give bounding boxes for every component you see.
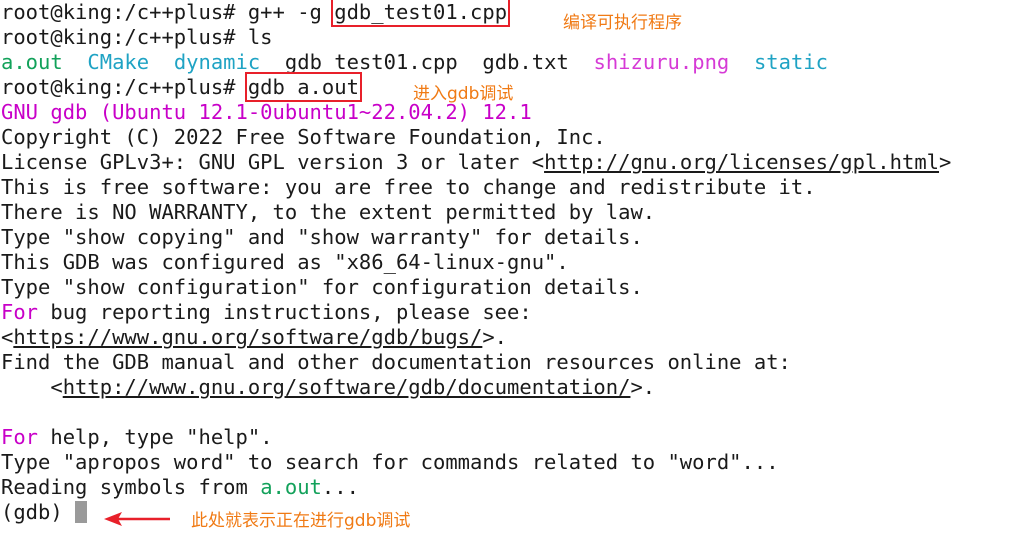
show-copying-line: Type "show copying" and "show warranty" … [1, 225, 643, 249]
compile-command-line: root@king:/c++plus# g++ -g gdb_test01.cp… [1, 0, 511, 27]
file-a-out: a.out [1, 50, 63, 74]
dir-cmake: CMake [87, 50, 150, 74]
reading-symbols-line: Reading symbols from a.out... [1, 475, 359, 499]
license-link[interactable]: http://gnu.org/licenses/gpl.html [544, 150, 939, 174]
dir-dynamic: dynamic [173, 50, 261, 74]
ls-output-line: a.out CMake dynamic gdb_test01.cpp gdb.t… [1, 50, 1029, 75]
bugs-url-line: <https://www.gnu.org/software/gdb/bugs/>… [1, 325, 508, 349]
documentation-url-line: <http://www.gnu.org/software/gdb/documen… [1, 375, 656, 399]
terminal-output[interactable]: root@king:/c++plus# g++ -g gdb_test01.cp… [1, 0, 1029, 525]
apropos-line: Type "apropos word" to search for comman… [1, 450, 779, 474]
help-line: For help, type "help". [1, 425, 273, 449]
ls-command-line: root@king:/c++plus# ls [1, 25, 273, 49]
shell-prompt: root@king:/c++plus# [1, 75, 236, 99]
free-software-line: This is free software: you are free to c… [1, 175, 816, 199]
manual-line: Find the GDB manual and other documentat… [1, 350, 791, 374]
gdb-prompt: (gdb) [1, 500, 76, 524]
bugs-link[interactable]: https://www.gnu.org/software/gdb/bugs/ [13, 325, 482, 349]
documentation-link[interactable]: http://www.gnu.org/software/gdb/document… [63, 375, 631, 399]
file-gdb-txt: gdb.txt [482, 50, 569, 74]
warranty-line: There is NO WARRANTY, to the extent perm… [1, 200, 656, 224]
gdb-command: gdb a.out [244, 72, 362, 102]
enter-gdb-annotation: 进入gdb调试 [413, 84, 514, 104]
license-line: License GPLv3+: GNU GPL version 3 or lat… [1, 150, 952, 174]
compile-source-file: gdb_test01.cpp [331, 0, 511, 27]
shell-prompt: root@king:/c++plus# [1, 0, 236, 24]
arrow-left-icon [104, 512, 170, 526]
bug-reporting-line: For bug reporting instructions, please s… [1, 300, 532, 324]
file-shizuru-png: shizuru.png [593, 50, 730, 74]
shell-prompt: root@king:/c++plus# [1, 25, 236, 49]
gdb-command-line: root@king:/c++plus# gdb a.out [1, 72, 1029, 102]
text-cursor[interactable] [75, 501, 88, 523]
compile-annotation: 编译可执行程序 [563, 13, 682, 33]
gdb-version-line: GNU gdb (Ubuntu 12.1-0ubuntu1~22.04.2) 1… [1, 100, 532, 124]
show-configuration-line: Type "show configuration" for configurat… [1, 275, 643, 299]
configured-line: This GDB was configured as "x86_64-linux… [1, 250, 569, 274]
file-gdb-test01: gdb_test01.cpp [284, 50, 458, 74]
copyright-line: Copyright (C) 2022 Free Software Foundat… [1, 125, 606, 149]
dir-static: static [753, 50, 828, 74]
debugging-annotation: 此处就表示正在进行gdb调试 [191, 511, 411, 531]
executable-name: a.out [260, 475, 322, 499]
